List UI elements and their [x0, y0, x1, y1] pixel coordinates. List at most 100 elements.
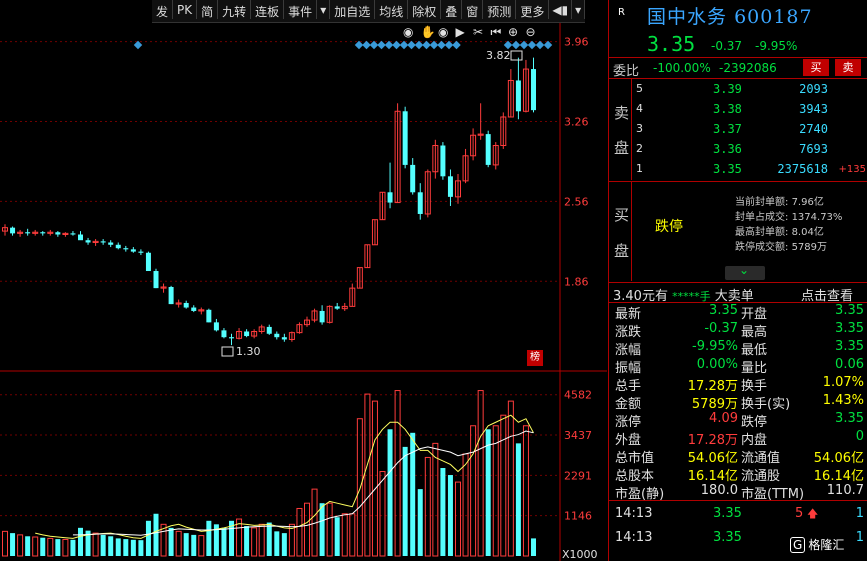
candle-body	[206, 309, 212, 323]
low-marker	[221, 346, 234, 357]
volume-bar	[206, 520, 212, 556]
watermark-text: 格隆汇	[808, 538, 845, 552]
event-marker-icon	[422, 40, 431, 50]
volume-bar	[477, 390, 484, 557]
sell-button[interactable]: 卖	[835, 59, 861, 76]
zoom-in-icon[interactable]: ⊕	[508, 25, 518, 39]
volume-bar	[108, 536, 114, 556]
divider	[609, 78, 867, 79]
stat-value: 0.00%	[696, 357, 738, 372]
toolbar-item-4[interactable]: 连板	[251, 0, 285, 19]
toolbar-item-14[interactable]: ◀▮	[549, 0, 573, 19]
seal-info-row: 最高封单额: 8.04亿	[735, 223, 824, 238]
volume-bar	[32, 536, 39, 557]
candle-body	[221, 330, 227, 338]
buy-button[interactable]: 买	[803, 59, 829, 76]
toolbar-item-3[interactable]: 九转	[218, 0, 252, 19]
play-icon[interactable]: ▶	[456, 25, 466, 39]
watermark-logo-icon: G	[790, 537, 806, 553]
toolbar-item-15[interactable]: ▾	[572, 0, 586, 19]
volume-bar	[244, 526, 250, 556]
price-tick-label: 3.96	[564, 36, 589, 49]
divider	[609, 282, 867, 283]
stat-value: 3.35	[835, 321, 864, 336]
stat-value: 17.28万	[687, 379, 738, 394]
limit-down-status: 跌停	[655, 219, 683, 235]
volume-bar	[462, 453, 469, 557]
event-marker-icon	[437, 40, 446, 50]
toolbar-item-11[interactable]: 窗	[462, 0, 484, 19]
ask-level-row[interactable]: 1 3.35 2375618 +135	[609, 160, 867, 180]
toolbar-item-9[interactable]: 除权	[408, 0, 442, 19]
rewind-icon[interactable]: ⏮	[491, 25, 502, 39]
toolbar-item-1[interactable]: PK	[173, 0, 198, 19]
tick-price: 3.35	[713, 530, 742, 545]
toolbar-item-12[interactable]: 预测	[483, 0, 517, 19]
seal-info-value: 8.04亿	[791, 227, 824, 238]
seal-info-key: 最高封单额:	[735, 227, 789, 238]
stat-label: 总市值	[615, 451, 655, 466]
candle-body	[55, 232, 61, 235]
candle-body	[40, 232, 46, 234]
chevron-down-icon[interactable]: ⌄	[739, 263, 749, 277]
event-marker-icon	[535, 40, 545, 50]
volume-tick-label: 2291	[564, 469, 592, 482]
tick-time: 14:13	[615, 530, 653, 545]
toolbar-item-10[interactable]: 叠	[441, 0, 463, 19]
stat-value: 5789万	[691, 397, 738, 412]
volume-bar	[55, 539, 61, 556]
toolbar-item-5[interactable]: 事件	[284, 0, 318, 19]
ask-level: 5	[636, 82, 643, 95]
candle-body	[213, 322, 219, 331]
ask-level-row[interactable]: 5 3.39 2093	[609, 80, 867, 100]
seal-info-row: 当前封单额: 7.96亿	[735, 193, 824, 208]
stat-label: 最高	[741, 325, 768, 340]
ask-price: 3.38	[713, 102, 742, 116]
candle-body	[70, 233, 76, 235]
expand-toggle[interactable]: ⌄	[725, 263, 765, 280]
volume-bar	[432, 442, 439, 557]
weibi-label: 委比	[613, 64, 640, 79]
stat-value: 54.06亿	[813, 451, 864, 466]
stat-label: 涨幅	[615, 343, 642, 358]
stock-title: 国中水务 600187	[647, 2, 813, 29]
high-marker	[510, 50, 523, 61]
event-marker-icon	[392, 40, 401, 50]
toolbar-item-13[interactable]: 更多	[516, 0, 550, 19]
price-change: -0.37	[711, 39, 743, 53]
volume-bar	[175, 530, 182, 557]
ranking-badge[interactable]: 榜	[527, 350, 543, 366]
ask-level-row[interactable]: 3 3.37 2740	[609, 120, 867, 140]
volume-bar	[485, 429, 491, 556]
zoom-out-icon[interactable]: ⊖	[526, 25, 536, 39]
ask-volume: 7693	[799, 142, 828, 156]
kline-chart-area[interactable]: 3.96 3.26 2.56 1.86 4582 3437 2291 1146 X1000 ◉ ✋ ◉…	[0, 0, 607, 561]
ask-level-row[interactable]: 4 3.38 3943	[609, 100, 867, 120]
volume-bar	[70, 539, 76, 556]
volume-bar	[319, 503, 325, 556]
candle-body	[274, 333, 280, 338]
eye-icon[interactable]: ◉	[403, 25, 413, 39]
divider	[609, 181, 867, 182]
eye-icon[interactable]: ◉	[438, 25, 448, 39]
toolbar-item-0[interactable]: 发	[152, 0, 174, 19]
hand-icon[interactable]: ✋	[421, 25, 436, 39]
toolbar-item-8[interactable]: 均线	[375, 0, 409, 19]
volume-tick-label: 3437	[564, 429, 592, 442]
toolbar-item-7[interactable]: 加自选	[330, 0, 376, 19]
volume-bar	[402, 446, 408, 556]
stock-code: 600187	[734, 6, 813, 28]
cut-icon[interactable]: ✂	[473, 25, 483, 39]
volume-bar	[349, 513, 356, 557]
ask-price: 3.36	[713, 142, 742, 156]
volume-tick-label: 1146	[564, 510, 592, 523]
chart-toolbar: 发 PK 简九转 连板 事件 ▾ 加自选 均线 除权叠窗预测 更多 ◀▮ ▾	[152, 0, 586, 23]
candlestick-chart[interactable]: 3.963.262.561.864582343722911146X1000◉ ✋ ◉…	[0, 0, 607, 561]
price-change-pct: -9.95%	[755, 39, 798, 53]
candle-body	[515, 80, 521, 112]
volume-bar	[115, 538, 121, 556]
toolbar-item-6[interactable]: ▾	[317, 0, 331, 19]
toolbar-item-2[interactable]: 简	[197, 0, 219, 19]
stat-value: 1.43%	[822, 393, 864, 408]
ask-level-row[interactable]: 2 3.36 7693	[609, 140, 867, 160]
